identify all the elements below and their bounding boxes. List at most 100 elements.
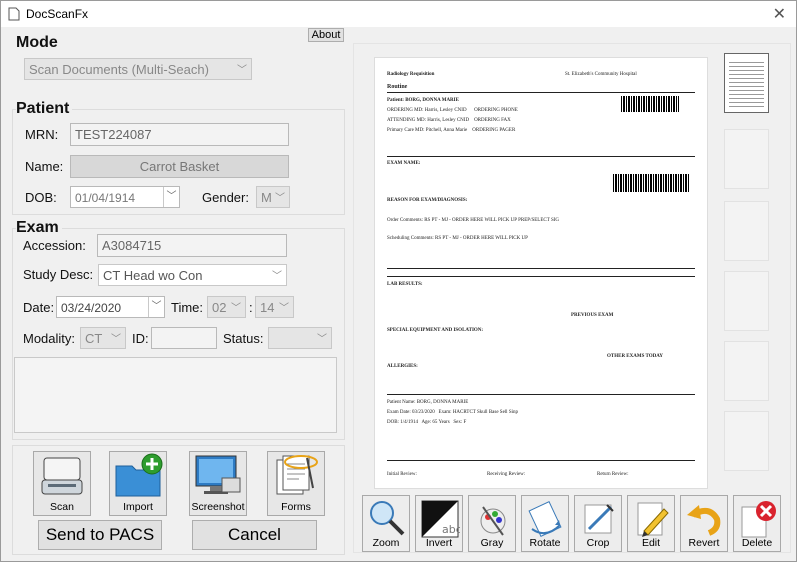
- hour-value: 02: [212, 300, 227, 315]
- doc-text: Exam Date: 03/23/2020 Exam: HACRTCT Skul…: [387, 410, 518, 415]
- crop-button[interactable]: Crop: [574, 495, 622, 552]
- doc-rule: [387, 92, 695, 93]
- mrn-field[interactable]: TEST224087: [70, 123, 289, 146]
- exam-date-field[interactable]: 03/24/2020 ﹀: [56, 296, 165, 318]
- doc-text: LAB RESULTS:: [387, 282, 423, 287]
- modality-value: CT: [85, 331, 103, 346]
- minute-value: 14: [260, 300, 275, 315]
- chevron-down-icon: ﹀: [237, 65, 247, 76]
- rotate-label: Rotate: [529, 537, 561, 549]
- scan-button[interactable]: Scan: [33, 451, 91, 516]
- doc-text: Scheduling Comments: RS PT - MJ - ORDER …: [387, 236, 528, 241]
- doc-rule: [387, 460, 695, 461]
- doc-text: SPECIAL EQUIPMENT AND ISOLATION:: [387, 328, 484, 333]
- exam-date-value: 03/24/2020: [61, 301, 122, 315]
- title-bar: DocScanFx ✕: [1, 1, 796, 27]
- forms-icon: [276, 455, 318, 495]
- name-field[interactable]: Carrot Basket: [70, 155, 289, 178]
- date-label: Date:: [23, 300, 55, 315]
- dob-label: DOB:: [25, 190, 57, 205]
- notes-area[interactable]: [14, 357, 337, 433]
- calendar-dropdown-icon[interactable]: ﹀: [163, 187, 179, 207]
- edit-button[interactable]: Edit: [627, 495, 675, 552]
- main-window: DocScanFx ✕ About Mode Scan Documents (M…: [0, 0, 797, 562]
- zoom-button[interactable]: Zoom: [362, 495, 410, 552]
- doc-text: OTHER EXAMS TODAY: [607, 354, 664, 359]
- study-desc-label: Study Desc:: [23, 267, 94, 282]
- close-icon[interactable]: ✕: [773, 4, 786, 24]
- scanner-icon: [41, 457, 83, 495]
- doc-text: ATTENDING MD: Harris, Lesley CNID ORDERI…: [387, 118, 511, 123]
- id-label: ID:: [132, 331, 149, 346]
- accession-label: Accession:: [23, 238, 86, 253]
- gender-select[interactable]: M ﹀: [256, 186, 290, 208]
- pencil-icon: [637, 502, 669, 537]
- about-button[interactable]: About: [308, 28, 344, 42]
- cancel-button[interactable]: Cancel: [192, 520, 317, 550]
- document-preview[interactable]: Radiology Requisition St. Elizabeth's Co…: [374, 57, 708, 489]
- delete-button[interactable]: Delete: [733, 495, 781, 552]
- screenshot-label: Screenshot: [191, 501, 245, 513]
- page-thumbnail-slot[interactable]: [724, 201, 769, 261]
- delete-icon: [741, 501, 776, 538]
- doc-text: ALLERGIES:: [387, 364, 418, 369]
- name-label: Name:: [25, 159, 64, 174]
- time-separator: :: [249, 300, 253, 315]
- folder-add-icon: [115, 453, 163, 497]
- undo-icon: [687, 505, 721, 536]
- edit-label: Edit: [641, 537, 661, 549]
- import-button[interactable]: Import: [109, 451, 167, 516]
- doc-text: Return Review:: [597, 472, 629, 477]
- forms-button[interactable]: Forms: [267, 451, 325, 516]
- gray-label: Gray: [480, 537, 504, 549]
- patient-heading: Patient: [16, 100, 73, 118]
- window-title: DocScanFx: [26, 7, 89, 21]
- mode-select[interactable]: Scan Documents (Multi-Seach) ﹀: [24, 58, 252, 80]
- chevron-down-icon: ﹀: [275, 193, 285, 204]
- gray-button[interactable]: Gray: [468, 495, 516, 552]
- barcode: [621, 96, 679, 112]
- magnifier-icon: [370, 501, 405, 536]
- doc-text: St. Elizabeth's Community Hospital: [565, 72, 637, 77]
- page-thumbnail-1[interactable]: [724, 53, 769, 113]
- rotate-button[interactable]: Rotate: [521, 495, 569, 552]
- doc-text: Initial Review:: [387, 472, 417, 477]
- modality-label: Modality:: [23, 331, 76, 346]
- doc-text: Patient Name: BORG, DONNA MARIE: [387, 400, 469, 405]
- chevron-down-icon: ﹀: [111, 334, 121, 345]
- doc-text: ORDERING MD: Harris, Lesley CNID ORDERIN…: [387, 108, 518, 113]
- page-thumbnail-slot[interactable]: [724, 411, 769, 471]
- page-thumbnail-slot[interactable]: [724, 271, 769, 331]
- id-field[interactable]: [151, 327, 217, 349]
- mode-heading: Mode: [16, 34, 58, 51]
- doc-text: EXAM NAME:: [387, 161, 421, 166]
- gender-value: M: [261, 190, 272, 205]
- mode-selected-value: Scan Documents (Multi-Seach): [29, 62, 209, 77]
- revert-button[interactable]: Revert: [680, 495, 728, 552]
- modality-select[interactable]: CT ﹀: [80, 327, 126, 349]
- page-thumbnail-slot[interactable]: [724, 341, 769, 401]
- doc-text: REASON FOR EXAM/DIAGNOSIS:: [387, 198, 468, 203]
- doc-rule: [387, 268, 695, 269]
- zoom-label: Zoom: [372, 537, 400, 549]
- accession-field[interactable]: A3084715: [97, 234, 287, 257]
- doc-text: Order Comments: RS PT - MJ - ORDER HERE …: [387, 218, 560, 223]
- crop-icon: [584, 504, 614, 534]
- invert-button[interactable]: abc Invert: [415, 495, 463, 552]
- page-thumbnail-slot[interactable]: [724, 129, 769, 189]
- status-select[interactable]: ﹀: [268, 327, 332, 349]
- grayscale-icon: [480, 506, 506, 536]
- dob-value: 01/04/1914: [75, 191, 136, 205]
- doc-rule: [387, 276, 695, 277]
- doc-text: DOB: 1/4/1914 Age: 65 Years Sex: F: [387, 420, 467, 425]
- hour-select[interactable]: 02 ﹀: [207, 296, 246, 318]
- doc-rule: [387, 156, 695, 157]
- calendar-dropdown-icon[interactable]: ﹀: [148, 297, 164, 317]
- minute-select[interactable]: 14 ﹀: [255, 296, 294, 318]
- send-to-pacs-button[interactable]: Send to PACS: [38, 520, 162, 550]
- monitor-icon: [195, 455, 241, 494]
- doc-text: Primary Care MD: Pitchell, Anna Marie OR…: [387, 128, 516, 133]
- screenshot-button[interactable]: Screenshot: [189, 451, 247, 516]
- study-desc-select[interactable]: CT Head wo Con ﹀: [98, 264, 287, 286]
- dob-field[interactable]: 01/04/1914 ﹀: [70, 186, 180, 208]
